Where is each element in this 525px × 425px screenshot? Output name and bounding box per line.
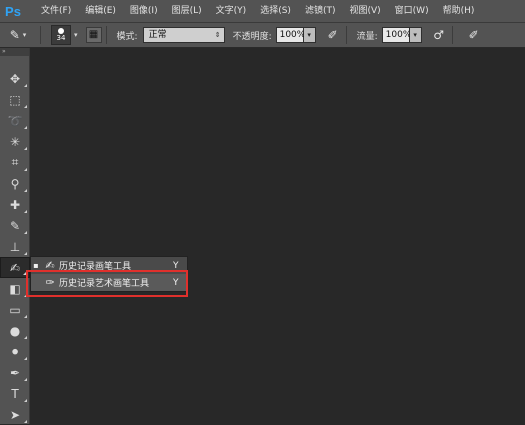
eraser-tool-icon[interactable]: ◧ xyxy=(0,278,30,299)
pen-tool-icon[interactable]: ✒ xyxy=(0,362,30,383)
marquee-tool-icon[interactable]: ⬚ xyxy=(0,89,30,110)
menu-edit[interactable]: 编辑(E) xyxy=(78,0,123,22)
flyout-item-shortcut: Y xyxy=(173,277,179,288)
tool-preset-picker[interactable]: ✎ ▾ xyxy=(0,22,36,48)
menu-file[interactable]: 文件(F) xyxy=(34,0,78,22)
brush-size-value: 34 xyxy=(56,34,66,42)
flow-input[interactable]: 100% xyxy=(381,27,411,43)
opacity-dropdown-button[interactable]: ▾ xyxy=(303,27,316,43)
crop-tool-icon[interactable]: ⌗ xyxy=(0,152,30,173)
art-history-brush-icon: ✑ xyxy=(45,276,55,289)
menu-view[interactable]: 视图(V) xyxy=(342,0,387,22)
history-brush-flyout: ▪ ✍ 历史记录画笔工具 Y ✑ 历史记录艺术画笔工具 Y xyxy=(30,256,188,292)
mode-select[interactable]: 正常 ⇕ xyxy=(142,27,225,43)
menu-help[interactable]: 帮助(H) xyxy=(436,0,482,22)
flow-dropdown-button[interactable]: ▾ xyxy=(409,27,422,43)
opacity-input[interactable]: 100% xyxy=(275,27,305,43)
menu-layer[interactable]: 图层(L) xyxy=(165,0,209,22)
menu-select[interactable]: 选择(S) xyxy=(253,0,298,22)
history-brush-icon: ✎ xyxy=(9,28,20,42)
brush-tool-icon[interactable]: ✎ xyxy=(0,215,30,236)
gradient-tool-icon[interactable]: ▭ xyxy=(0,299,30,320)
eyedropper-tool-icon[interactable]: ⚲ xyxy=(0,173,30,194)
chevron-updown-icon: ⇕ xyxy=(214,31,221,39)
menu-image[interactable]: 图像(I) xyxy=(123,0,165,22)
flyout-item-history-brush[interactable]: ▪ ✍ 历史记录画笔工具 Y xyxy=(31,257,187,274)
mode-label: 模式: xyxy=(116,31,138,42)
path-selection-tool-icon[interactable]: ➤ xyxy=(0,404,30,425)
active-bullet-icon: ▪ xyxy=(33,261,39,270)
menu-bar: Ps 文件(F) 编辑(E) 图像(I) 图层(L) 文字(Y) 选择(S) 滤… xyxy=(0,0,525,22)
chevron-down-icon[interactable]: ▾ xyxy=(74,31,78,39)
photoshop-logo: Ps xyxy=(5,3,21,19)
tablet-pressure-opacity-icon[interactable]: ✐ xyxy=(324,26,342,44)
history-brush-icon: ✍ xyxy=(45,259,55,272)
brush-panel-toggle-button[interactable]: ▦ xyxy=(85,27,102,43)
opacity-label: 不透明度: xyxy=(232,31,272,42)
flyout-item-label: 历史记录画笔工具 xyxy=(59,262,132,272)
history-brush-tool-icon[interactable]: ✍ xyxy=(0,257,30,278)
divider xyxy=(105,26,107,44)
type-tool-icon[interactable]: T xyxy=(0,383,30,404)
mode-value: 正常 xyxy=(148,30,167,40)
dodge-tool-icon[interactable]: ⚫ xyxy=(0,341,30,362)
options-bar: ✎ ▾ 34 ▾ ▦ 模式: 正常 ⇕ 不透明度: 100% ▾ ✐ 流量: 1… xyxy=(0,22,525,48)
move-tool-icon[interactable]: ✥ xyxy=(0,68,30,89)
flyout-item-art-history-brush[interactable]: ✑ 历史记录艺术画笔工具 Y xyxy=(31,274,187,291)
brush-preset-picker[interactable]: 34 xyxy=(51,25,71,45)
divider xyxy=(345,26,347,44)
tablet-pressure-size-icon[interactable]: ✐ xyxy=(465,26,483,44)
divider xyxy=(451,26,453,44)
menu-window[interactable]: 窗口(W) xyxy=(388,0,436,22)
flow-label: 流量: xyxy=(356,31,378,42)
clone-stamp-tool-icon[interactable]: ⊥ xyxy=(0,236,30,257)
tools-panel: » ✥ ⬚ ➰ ✳ ⌗ ⚲ ✚ ✎ ⊥ ✍ ◧ ▭ ● ⚫ ✒ T ➤ xyxy=(0,48,30,424)
menu-type[interactable]: 文字(Y) xyxy=(209,0,254,22)
flyout-item-label: 历史记录艺术画笔工具 xyxy=(59,279,150,289)
flyout-item-shortcut: Y xyxy=(173,260,179,271)
divider xyxy=(40,26,41,44)
menu-filter[interactable]: 滤镜(T) xyxy=(298,0,343,22)
healing-brush-tool-icon[interactable]: ✚ xyxy=(0,194,30,215)
lasso-tool-icon[interactable]: ➰ xyxy=(0,110,30,131)
airbrush-icon[interactable]: ♂ xyxy=(430,26,448,44)
panel-collapse-icon[interactable]: » xyxy=(0,48,29,56)
blur-tool-icon[interactable]: ● xyxy=(0,320,30,341)
chevron-down-icon: ▾ xyxy=(22,31,27,39)
magic-wand-tool-icon[interactable]: ✳ xyxy=(0,131,30,152)
